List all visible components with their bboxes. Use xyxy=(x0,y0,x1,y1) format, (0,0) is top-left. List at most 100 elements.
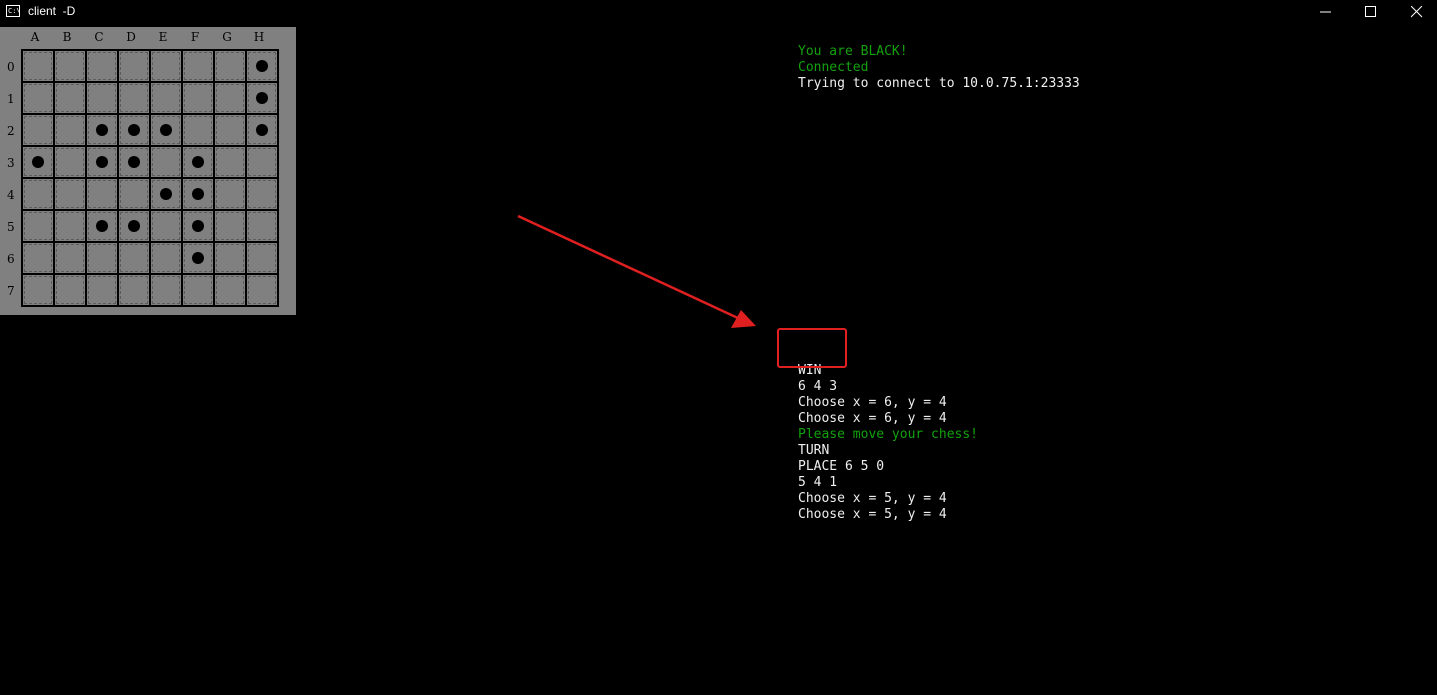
board-cell[interactable] xyxy=(214,178,246,210)
board-grid[interactable] xyxy=(22,50,278,306)
column-label: C xyxy=(94,30,104,44)
console-line: PLACE 6 5 0 xyxy=(798,459,885,474)
board-cell[interactable] xyxy=(86,82,118,114)
board-cell[interactable] xyxy=(214,82,246,114)
title-bar: C:\ client -D xyxy=(0,0,1437,23)
black-piece[interactable] xyxy=(256,124,268,136)
black-piece[interactable] xyxy=(128,156,140,168)
console-line: 5 4 1 xyxy=(798,475,838,490)
board-cell[interactable] xyxy=(22,114,54,146)
console-line: You are BLACK! xyxy=(798,44,908,59)
board-cell[interactable] xyxy=(54,274,86,306)
board-cell[interactable] xyxy=(246,242,278,274)
board-cell[interactable] xyxy=(214,274,246,306)
black-piece[interactable] xyxy=(128,124,140,136)
black-piece[interactable] xyxy=(96,156,108,168)
row-label: 4 xyxy=(7,188,15,202)
board-cell[interactable] xyxy=(150,210,182,242)
column-label: H xyxy=(253,30,265,44)
board-cell[interactable] xyxy=(150,242,182,274)
column-label: F xyxy=(190,30,200,44)
board-cell[interactable] xyxy=(86,274,118,306)
column-label: B xyxy=(62,30,72,44)
console-line: Please move your chess! xyxy=(798,427,979,442)
column-label: D xyxy=(126,30,136,44)
board-cell[interactable] xyxy=(54,114,86,146)
close-button[interactable] xyxy=(1394,0,1437,23)
board-cell[interactable] xyxy=(118,274,150,306)
console-line: TURN xyxy=(798,443,830,458)
console-line: 6 4 3 xyxy=(798,379,838,394)
console-app-icon[interactable]: C:\ xyxy=(6,5,21,17)
board-cell[interactable] xyxy=(22,274,54,306)
row-label: 5 xyxy=(7,220,15,234)
board-cell[interactable] xyxy=(214,114,246,146)
board-cell[interactable] xyxy=(182,114,214,146)
board-cell[interactable] xyxy=(118,50,150,82)
column-label: E xyxy=(158,30,168,44)
board-cell[interactable] xyxy=(22,210,54,242)
console-output-bottom: WIN 6 4 3 Choose x = 6, y = 4 Choose x = 6,… xyxy=(798,347,978,523)
board-cell[interactable] xyxy=(150,274,182,306)
row-label: 7 xyxy=(7,284,15,298)
console-line: Choose x = 5, y = 4 xyxy=(798,491,947,506)
highlight-box xyxy=(777,328,847,368)
board-cell[interactable] xyxy=(22,242,54,274)
board-cell[interactable] xyxy=(22,178,54,210)
board-cell[interactable] xyxy=(22,50,54,82)
black-piece[interactable] xyxy=(192,252,204,264)
black-piece[interactable] xyxy=(256,60,268,72)
board-cell[interactable] xyxy=(246,146,278,178)
board-cell[interactable] xyxy=(54,50,86,82)
black-piece[interactable] xyxy=(96,124,108,136)
board-cell[interactable] xyxy=(182,50,214,82)
board-cell[interactable] xyxy=(150,82,182,114)
maximize-icon xyxy=(1365,6,1376,17)
board-cell[interactable] xyxy=(150,50,182,82)
game-board-panel: A B C D E F G H 0 1 2 3 4 5 6 7 xyxy=(0,27,296,315)
board-cell[interactable] xyxy=(118,242,150,274)
black-piece[interactable] xyxy=(192,188,204,200)
board-cell[interactable] xyxy=(246,210,278,242)
console-output-top: You are BLACK! Connected Trying to connect… xyxy=(798,44,1080,92)
board-cell[interactable] xyxy=(54,242,86,274)
console-line: Connected xyxy=(798,60,869,75)
black-piece[interactable] xyxy=(192,156,204,168)
board-cell[interactable] xyxy=(118,82,150,114)
black-piece[interactable] xyxy=(160,188,172,200)
board-cell[interactable] xyxy=(182,82,214,114)
black-piece[interactable] xyxy=(128,220,140,232)
board-cell[interactable] xyxy=(54,210,86,242)
black-piece[interactable] xyxy=(32,156,44,168)
column-label: G xyxy=(222,30,232,44)
board-cell[interactable] xyxy=(54,178,86,210)
board-cell[interactable] xyxy=(86,242,118,274)
board-cell[interactable] xyxy=(54,82,86,114)
minimize-icon xyxy=(1320,11,1331,13)
board-cell[interactable] xyxy=(54,146,86,178)
board-cell[interactable] xyxy=(118,178,150,210)
console-line: Trying to connect to 10.0.75.1:23333 xyxy=(798,76,1080,91)
board-cell[interactable] xyxy=(22,82,54,114)
board-cell[interactable] xyxy=(214,146,246,178)
console-line: Choose x = 5, y = 4 xyxy=(798,507,947,522)
board-cell[interactable] xyxy=(86,50,118,82)
board-cell[interactable] xyxy=(150,146,182,178)
board-cell[interactable] xyxy=(214,242,246,274)
row-label: 6 xyxy=(7,252,15,266)
maximize-button[interactable] xyxy=(1348,0,1394,23)
board-cell[interactable] xyxy=(214,50,246,82)
board-cell[interactable] xyxy=(182,274,214,306)
board-cell[interactable] xyxy=(246,274,278,306)
black-piece[interactable] xyxy=(160,124,172,136)
row-label: 0 xyxy=(7,60,15,74)
black-piece[interactable] xyxy=(192,220,204,232)
board-cell[interactable] xyxy=(214,210,246,242)
window-title: client -D xyxy=(28,4,76,18)
minimize-button[interactable] xyxy=(1303,0,1349,23)
board-cell[interactable] xyxy=(246,178,278,210)
black-piece[interactable] xyxy=(96,220,108,232)
console-line: Choose x = 6, y = 4 xyxy=(798,411,947,426)
board-cell[interactable] xyxy=(86,178,118,210)
black-piece[interactable] xyxy=(256,92,268,104)
